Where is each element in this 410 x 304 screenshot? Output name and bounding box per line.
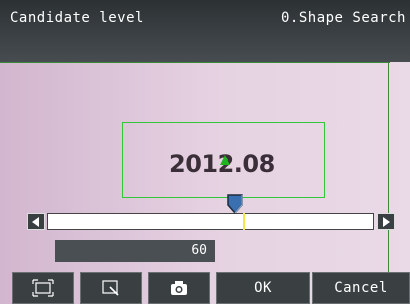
cancel-button[interactable]: Cancel [312,272,410,304]
capture-image-button[interactable] [148,272,210,304]
slider-increase-button[interactable] [377,213,395,230]
zoom-region-button[interactable] [80,272,142,304]
slider-thumb[interactable] [226,193,246,215]
image-frame-right [388,62,389,304]
image-frame-top [0,62,390,63]
region-select-icon [32,279,54,297]
arrow-left-icon [32,217,39,227]
title-bar: Candidate level 0.Shape Search [0,0,410,62]
arrow-right-icon [383,217,390,227]
page-title: Candidate level [10,10,144,26]
zoom-region-icon [102,280,119,296]
ok-button[interactable]: OK [216,272,310,304]
camera-icon [171,281,187,295]
detection-marker-icon [220,155,230,165]
candidate-level-value[interactable]: 60 [55,240,215,262]
slider-decrease-button[interactable] [27,213,45,230]
slider-thumb-icon [227,194,243,215]
slider-current-mark [243,213,245,230]
scene-item-name: 0.Shape Search [280,10,406,26]
candidate-level-slider-track[interactable] [47,213,374,230]
region-select-button[interactable] [12,272,74,304]
